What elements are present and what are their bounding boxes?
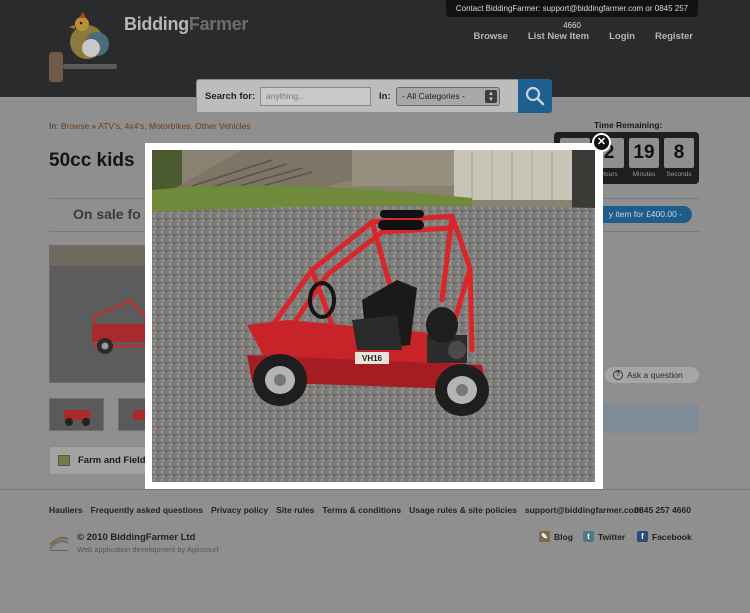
category-select-value: - All Categories -	[402, 91, 465, 101]
logo-text: BiddingFarmer	[124, 14, 248, 35]
nav-register[interactable]: Register	[655, 31, 693, 42]
search-in-label: In:	[379, 91, 391, 102]
logo-text-light: Farmer	[188, 14, 249, 34]
rooster-logo-icon	[49, 12, 117, 82]
nav-login[interactable]: Login	[609, 31, 635, 42]
search-icon	[525, 86, 545, 106]
breadcrumb: In: Browse » ATV's, 4x4's, Motorbikes, O…	[49, 121, 251, 131]
credit-line[interactable]: Web application development by Agincourt	[77, 545, 219, 554]
twitter-label: Twitter	[598, 531, 626, 542]
listing-title: 50cc kids	[49, 150, 135, 171]
lightbox: VH16	[145, 143, 603, 489]
ask-question-label: Ask a question	[627, 370, 683, 380]
nav-list-new-item[interactable]: List New Item	[528, 31, 589, 42]
facebook-label: Facebook	[652, 531, 692, 542]
main-nav: Browse List New Item Login Register	[474, 31, 693, 42]
breadcrumb-prefix: In:	[49, 121, 59, 131]
info-panel	[600, 404, 699, 433]
lightbox-close-button[interactable]: ✕	[592, 133, 611, 152]
seller-name: Farm and Field	[78, 455, 146, 466]
search-input[interactable]: anything...	[260, 87, 371, 106]
lightbox-photo[interactable]: VH16	[152, 150, 595, 482]
countdown-unit: Minutes	[632, 171, 656, 178]
countdown-value: 8	[664, 138, 694, 168]
footer-link-faq[interactable]: Frequently asked questions	[91, 505, 203, 515]
breadcrumb-browse-link[interactable]: Browse	[61, 121, 89, 131]
countdown-cell: 19 Minutes	[629, 138, 659, 178]
footer-link-privacy[interactable]: Privacy policy	[211, 505, 268, 515]
twitter-link[interactable]: t Twitter	[583, 531, 625, 542]
category-select[interactable]: - All Categories - ▲ ▼	[396, 87, 500, 106]
search-button[interactable]	[518, 79, 552, 113]
footer-link-site-rules[interactable]: Site rules	[276, 505, 314, 515]
seller-icon	[58, 455, 70, 466]
breadcrumb-separator: »	[91, 121, 97, 131]
search-for-label: Search for:	[205, 91, 256, 102]
buggy-thumbnail	[50, 399, 103, 430]
buggy-photo-small	[50, 246, 158, 382]
facebook-link[interactable]: f Facebook	[637, 531, 692, 542]
breadcrumb-category-link[interactable]: ATV's, 4x4's, Motorbikes, Other Vehicles	[98, 121, 250, 131]
ask-question-button[interactable]: ? Ask a question	[605, 367, 699, 383]
blog-icon: ✎	[539, 531, 550, 542]
logo-text-bold: Bidding	[124, 14, 189, 34]
countdown-value: 19	[629, 138, 659, 168]
countdown-cell: 8 Seconds	[664, 138, 694, 178]
thumbnail[interactable]	[49, 398, 104, 431]
footer-link-hauliers[interactable]: Hauliers	[49, 505, 83, 515]
footer-link-terms[interactable]: Terms & conditions	[322, 505, 401, 515]
contact-bar: Contact BiddingFarmer: support@biddingfa…	[446, 0, 698, 30]
twitter-icon: t	[583, 531, 594, 542]
footer-link-usage-rules[interactable]: Usage rules & site policies	[409, 505, 517, 515]
facebook-icon: f	[637, 531, 648, 542]
select-arrows-icon: ▲ ▼	[485, 90, 497, 103]
on-sale-label: On sale fo	[73, 206, 141, 222]
site-logo[interactable]: BiddingFarmer	[49, 12, 248, 84]
main-listing-photo[interactable]	[49, 245, 159, 383]
search-bar: Search for: anything... In: - All Catego…	[196, 79, 519, 113]
question-icon: ?	[613, 370, 623, 380]
close-icon: ✕	[596, 136, 607, 148]
nav-browse[interactable]: Browse	[474, 31, 508, 42]
seller-box[interactable]: Farm and Field	[49, 446, 159, 475]
blog-label: Blog	[554, 531, 573, 542]
footer-links: Hauliers Frequently asked questions Priv…	[49, 505, 641, 515]
blog-link[interactable]: ✎ Blog	[539, 531, 573, 542]
footer-phone: 0845 257 4660	[634, 505, 691, 515]
copyright: © 2010 BiddingFarmer Ltd	[77, 532, 196, 543]
footer-divider	[0, 489, 750, 490]
footer-link-support-email[interactable]: support@biddingfarmer.com	[525, 505, 641, 515]
go-kart-photo: VH16	[152, 150, 595, 482]
footer-logo-icon	[49, 536, 69, 551]
time-remaining-label: Time Remaining:	[594, 120, 663, 130]
countdown-unit: Seconds	[666, 171, 692, 178]
plate-text: VH16	[362, 354, 383, 363]
